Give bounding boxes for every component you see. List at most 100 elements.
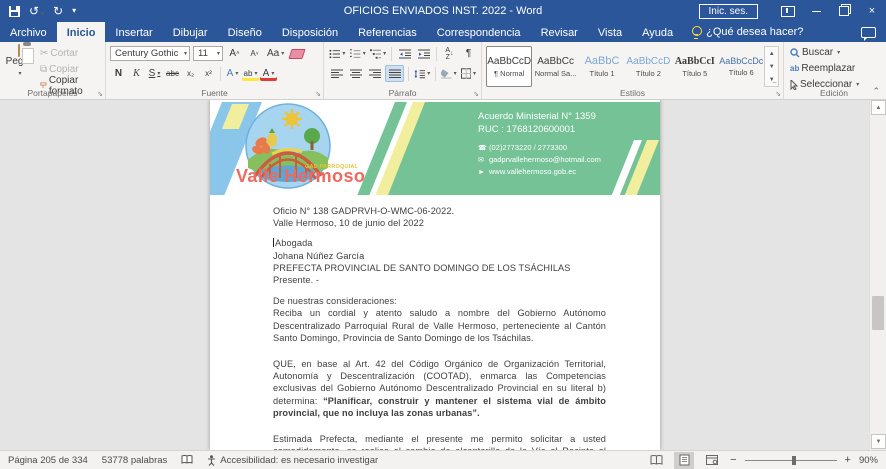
customize-qat-icon[interactable]: ▾ [72,7,76,15]
style-titulo-6[interactable]: AaBbCcDc Título 6 [718,46,764,87]
font-color-button[interactable]: A▾ [260,66,277,81]
tab-correspondencia[interactable]: Correspondencia [427,22,531,42]
zoom-slider-thumb[interactable] [792,456,796,465]
increase-indent-button[interactable] [415,46,432,61]
style-titulo-1[interactable]: AaBbC Título 1 [579,46,625,87]
replace-button[interactable]: abReemplazar [788,61,880,76]
close-button[interactable]: × [858,0,886,22]
superscript-button[interactable]: x² [200,66,217,81]
show-marks-button[interactable]: ¶ [460,46,477,61]
tell-me-box[interactable]: ¿Qué desea hacer? [683,22,811,42]
quick-access-toolbar: ↺▾ ↻ ▾ [0,5,76,17]
numbering-button[interactable]: ▾ [348,46,366,61]
paragraph-dialog-launcher-icon[interactable]: ⇘ [473,90,479,98]
collapse-ribbon-icon[interactable]: ⌃ [872,86,880,97]
window-title: OFICIOS ENVIADOS INST. 2022 - Word [344,5,542,17]
align-right-button[interactable] [366,66,383,81]
titlebar-controls: Inic. ses. × [699,0,886,22]
tab-disposicion[interactable]: Disposición [272,22,348,42]
tab-referencias[interactable]: Referencias [348,22,427,42]
align-center-button[interactable] [347,66,364,81]
letterhead-web-line: ►www.vallehermoso.gob.ec [478,166,601,178]
undo-icon[interactable]: ↺▾ [29,5,44,17]
bold-button[interactable]: N [110,66,127,81]
paste-icon [18,44,20,57]
styles-more-icon[interactable]: ▼̲ [765,73,778,86]
line-spacing-button[interactable]: ▾ [413,66,431,81]
group-editing: Buscar▾ abReemplazar Seleccionar▾ Edició… [784,42,884,99]
tab-revisar[interactable]: Revisar [531,22,588,42]
cut-button[interactable]: ✂ Cortar [38,46,101,61]
scrollbar-thumb[interactable] [872,296,884,330]
restore-button[interactable] [830,0,858,22]
tab-diseno[interactable]: Diseño [218,22,272,42]
proofing-icon [181,455,193,465]
group-label-styles: Estilos [482,88,783,98]
change-case-button[interactable]: Aa▾ [266,46,285,61]
strikethrough-button[interactable]: abc [164,66,181,81]
multilevel-list-button[interactable]: ▾ [369,46,387,61]
letter-bold-quote: “Planificar, construir y mantener el sis… [273,396,606,418]
shrink-font-button[interactable]: A˅ [246,46,263,61]
vertical-scrollbar[interactable]: ▲ ▼ [869,99,886,450]
font-name-combo[interactable]: Century Gothic▾ [110,46,190,61]
clipboard-dialog-launcher-icon[interactable]: ⇘ [97,90,103,98]
letter-body[interactable]: Oficio N° 138 GADPRVH-O-WMC-06-2022. Val… [273,205,606,450]
grow-font-button[interactable]: A˄ [226,46,243,61]
font-size-combo[interactable]: 11▾ [193,46,223,61]
redo-icon[interactable]: ↻ [53,5,63,17]
shading-button[interactable]: ▾ [440,66,457,81]
letterhead-green-block: Acuerdo Ministerial N° 1359 RUC : 176812… [388,102,660,195]
styles-dialog-launcher-icon[interactable]: ⇘ [775,90,781,98]
read-mode-icon[interactable] [646,452,666,469]
style-normal-sa[interactable]: AaBbCc Normal Sa... [532,46,578,87]
accessibility-icon [207,455,216,466]
tab-insertar[interactable]: Insertar [105,22,162,42]
tab-ayuda[interactable]: Ayuda [632,22,683,42]
style-titulo-2[interactable]: AaBbCcD Título 2 [625,46,671,87]
highlight-button[interactable]: ab▾ [242,66,259,81]
bullets-button[interactable]: ▾ [328,46,346,61]
styles-scroll-down-icon[interactable]: ▼ [765,60,778,73]
borders-button[interactable]: ▾ [460,66,477,81]
sign-in-button[interactable]: Inic. ses. [699,4,758,19]
decrease-indent-button[interactable] [396,46,413,61]
style-titulo-5[interactable]: AaBbCcI Título 5 [672,46,718,87]
paste-button[interactable]: Pegar ▾ [4,45,34,78]
scroll-down-icon[interactable]: ▼ [871,434,886,449]
text-effects-button[interactable]: A▾ [224,66,241,81]
accessibility-status[interactable]: Accesibilidad: es necesario investigar [207,455,378,466]
sort-button[interactable]: AZ↓ [441,46,458,61]
tab-archivo[interactable]: Archivo [0,22,57,42]
document-page[interactable]: Valle Hermoso GAD PARROQUIAL Acuerdo Min… [210,99,660,450]
find-button[interactable]: Buscar▾ [788,45,880,60]
justify-button[interactable] [385,65,404,82]
ribbon-tab-strip: Archivo Inicio Insertar Dibujar Diseño D… [0,22,886,42]
tab-dibujar[interactable]: Dibujar [163,22,218,42]
zoom-level[interactable]: 90% [859,455,878,466]
save-icon[interactable] [9,6,20,17]
italic-button[interactable]: K [128,66,145,81]
print-layout-icon[interactable] [674,452,694,469]
font-dialog-launcher-icon[interactable]: ⇘ [315,90,321,98]
zoom-out-icon[interactable]: − [730,455,736,466]
page-indicator[interactable]: Página 205 de 334 [8,455,88,466]
scroll-up-icon[interactable]: ▲ [871,100,886,115]
styles-scroll-up-icon[interactable]: ▲ [765,47,778,60]
tab-inicio[interactable]: Inicio [57,22,106,42]
web-layout-icon[interactable] [702,452,722,469]
comments-icon[interactable] [861,27,876,38]
zoom-slider[interactable] [745,460,837,461]
style-normal[interactable]: AaBbCcD ¶ Normal [486,46,532,87]
paste-dropdown-icon[interactable]: ▾ [18,71,21,77]
proofing-status[interactable] [181,455,193,465]
minimize-button[interactable] [802,0,830,22]
underline-button[interactable]: S▾ [146,66,163,81]
subscript-button[interactable]: x₂ [182,66,199,81]
zoom-in-icon[interactable]: + [845,455,851,466]
ribbon-display-options-icon[interactable] [774,0,802,22]
align-left-button[interactable] [328,66,345,81]
word-count[interactable]: 53778 palabras [102,455,168,466]
clear-formatting-button[interactable] [288,46,305,61]
tab-vista[interactable]: Vista [588,22,632,42]
